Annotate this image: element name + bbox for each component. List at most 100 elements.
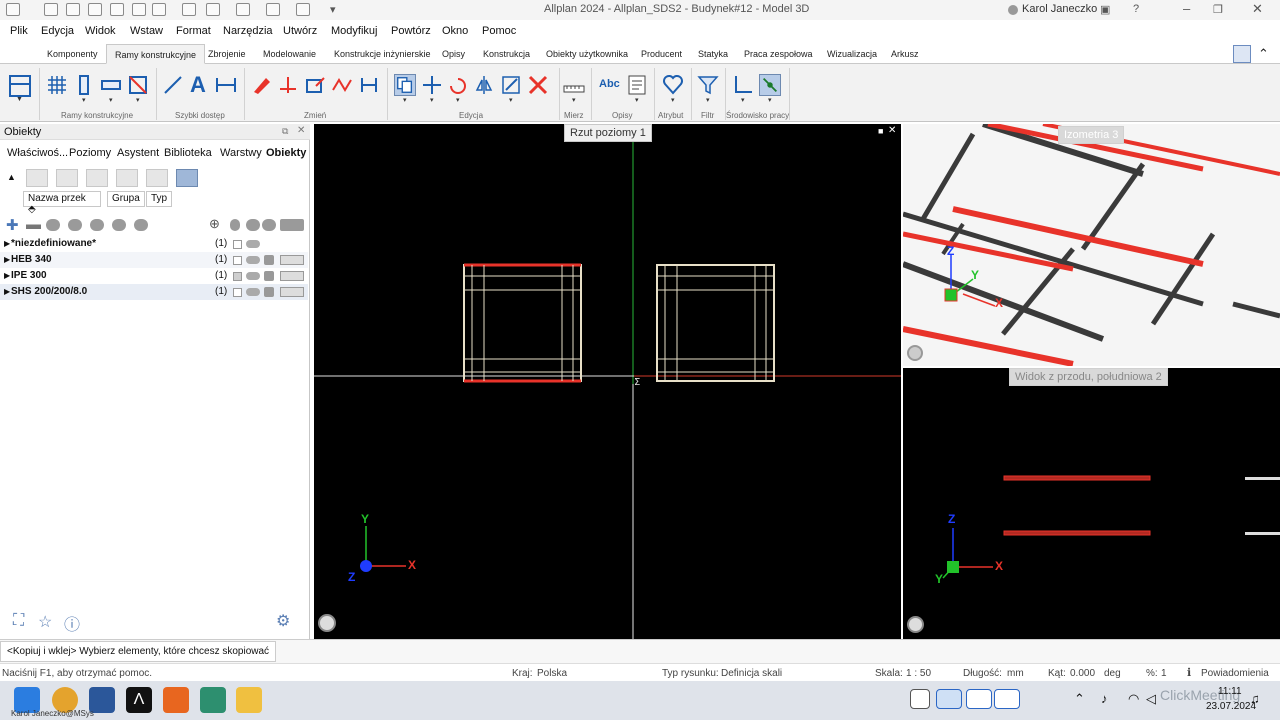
caret-icon[interactable]: ▾	[635, 96, 639, 104]
menu-narzedzia[interactable]: Narzędzia	[223, 25, 273, 37]
menu-okno[interactable]: Okno	[442, 25, 468, 37]
dimension-icon[interactable]	[215, 74, 237, 96]
bracing-icon[interactable]	[127, 74, 149, 96]
list-item[interactable]: ▶ SHS 200/200/8.0 (1)	[0, 284, 308, 300]
tag-filter-icon[interactable]	[176, 169, 198, 187]
plan-viewport-label[interactable]: Rzut poziomy 1	[564, 124, 652, 142]
palette-settings-icon[interactable]	[1233, 45, 1251, 63]
display-icon[interactable]	[280, 287, 304, 297]
front-viewport[interactable]: X Y Z Widok z przodu, południowa 2	[903, 368, 1280, 639]
favorites-icon[interactable]: ☆	[38, 612, 52, 632]
menu-powtorz[interactable]: Powtórz	[391, 25, 431, 37]
navigation-wheel-icon[interactable]	[318, 614, 336, 632]
tools-icon[interactable]	[296, 3, 310, 16]
expand-icon[interactable]: ▶	[4, 271, 10, 280]
tab-wlasciwosci[interactable]: Właściwoś...	[7, 147, 68, 159]
panel-settings-icon[interactable]: ⚙	[276, 611, 290, 631]
open-folder-icon[interactable]: ⛶	[13, 612, 24, 630]
grid-icon[interactable]	[46, 74, 68, 96]
item-checkbox[interactable]	[233, 288, 242, 297]
caret-icon[interactable]: ▾	[509, 96, 513, 104]
tools-filter-icon[interactable]	[146, 169, 168, 187]
delete-icon[interactable]	[527, 74, 549, 96]
coordinate-system-icon[interactable]	[732, 74, 754, 96]
tab-statyka[interactable]: Statyka	[698, 49, 728, 59]
tab-asystent[interactable]: Asystent	[117, 147, 159, 159]
maximize-viewport-icon[interactable]: ■	[878, 126, 883, 136]
app-icon[interactable]	[163, 687, 189, 713]
iso-viewport-label[interactable]: Izometria 3	[1058, 126, 1125, 144]
angle-value[interactable]: 0.000	[1070, 668, 1095, 679]
caret-icon[interactable]: ▾	[768, 96, 772, 104]
info-icon[interactable]: ⓘ	[64, 611, 80, 635]
menu-edycja[interactable]: Edycja	[41, 25, 74, 37]
display-icon[interactable]	[280, 255, 304, 265]
move-icon[interactable]	[421, 74, 443, 96]
front-drawing[interactable]	[903, 368, 1280, 639]
line-icon[interactable]	[162, 74, 184, 96]
caret-icon[interactable]: ▼	[16, 96, 23, 103]
tab-komponenty[interactable]: Komponenty	[47, 49, 98, 59]
color-icon[interactable]	[264, 271, 274, 281]
label-icon[interactable]	[626, 74, 648, 96]
app-icon[interactable]	[200, 687, 226, 713]
scale-value[interactable]: 1 : 50	[906, 668, 931, 679]
visibility-icon[interactable]	[246, 219, 260, 231]
document-filter-icon[interactable]	[56, 169, 78, 187]
caret-icon[interactable]: ▾	[671, 96, 675, 104]
plan-viewport[interactable]: Σ X Y Z Rzut poziomy 1 ■ ✕	[314, 124, 901, 639]
quick-access-dropdown-icon[interactable]: ▾	[330, 3, 336, 16]
building-filter-icon[interactable]	[26, 169, 48, 187]
plan-drawing[interactable]: Σ	[314, 124, 901, 639]
new-file-icon[interactable]	[44, 3, 58, 16]
tab-biblioteka[interactable]: Biblioteka	[164, 147, 212, 159]
allplan-taskbar-icon[interactable]: Λ	[126, 687, 152, 713]
menu-format[interactable]: Format	[176, 25, 211, 37]
settings-icon[interactable]	[132, 3, 146, 16]
microphone-icon[interactable]: ♪	[1101, 691, 1108, 706]
navigation-wheel-icon[interactable]	[907, 616, 924, 633]
rotate-icon[interactable]	[447, 74, 469, 96]
tab-obiekty[interactable]: Obiekty	[266, 147, 306, 159]
user-name[interactable]: Karol Janeczko	[1022, 3, 1097, 15]
snap-icon[interactable]	[759, 74, 781, 96]
close-window-icon[interactable]: ✕	[1252, 1, 1263, 17]
menu-wstaw[interactable]: Wstaw	[130, 25, 163, 37]
trim-icon[interactable]	[277, 74, 299, 96]
color-icon[interactable]	[264, 287, 274, 297]
close-viewport-icon[interactable]: ✕	[888, 125, 896, 136]
print-icon[interactable]	[110, 3, 124, 16]
tab-modelowanie[interactable]: Modelowanie	[263, 49, 316, 59]
tab-praca-zespolowa[interactable]: Praca zespołowa	[744, 49, 813, 59]
tab-wizualizacja[interactable]: Wizualizacja	[827, 49, 877, 59]
polyline-icon[interactable]	[331, 74, 353, 96]
snap-tray-icon[interactable]	[936, 689, 962, 709]
chip-typ[interactable]: Typ	[146, 191, 173, 207]
tab-ramy-konstrukcyjne[interactable]: Ramy konstrukcyjne	[106, 44, 206, 64]
caret-icon[interactable]: ▾	[741, 96, 745, 104]
redo-icon[interactable]	[182, 3, 196, 16]
copy-icon[interactable]	[394, 74, 416, 96]
tab-konstrukcja[interactable]: Konstrukcja	[483, 49, 530, 59]
tab-arkusz[interactable]: Arkusz	[891, 49, 919, 59]
clock-date[interactable]: 23.07.2024	[1206, 701, 1256, 712]
arrow-right-tray-icon[interactable]	[994, 689, 1020, 709]
navigation-wheel-icon[interactable]	[907, 345, 923, 361]
expand-icon[interactable]: ▶	[4, 287, 10, 296]
expand-icon[interactable]: ▶	[4, 239, 10, 248]
visibility-icon[interactable]	[246, 256, 260, 264]
add-icon[interactable]: ✚	[6, 216, 19, 234]
remove-icon[interactable]: ▬	[26, 216, 41, 233]
zoom-icon[interactable]: ⊕	[209, 216, 220, 232]
country-value[interactable]: Polska	[537, 668, 567, 679]
clock-time[interactable]: 11:11	[1218, 686, 1242, 697]
undock-icon[interactable]: ⧉	[282, 126, 288, 137]
display-icon[interactable]	[280, 271, 304, 281]
angle-unit[interactable]: deg	[1104, 668, 1121, 679]
maximize-icon[interactable]: ❐	[1213, 3, 1223, 16]
layers-filter-icon[interactable]	[86, 169, 108, 187]
mirror-icon[interactable]	[473, 74, 495, 96]
tab-obiekty-uzytkownika[interactable]: Obiekty użytkownika	[546, 49, 628, 59]
allplan-tray-icon[interactable]	[910, 689, 930, 709]
open-icon[interactable]	[66, 3, 80, 16]
